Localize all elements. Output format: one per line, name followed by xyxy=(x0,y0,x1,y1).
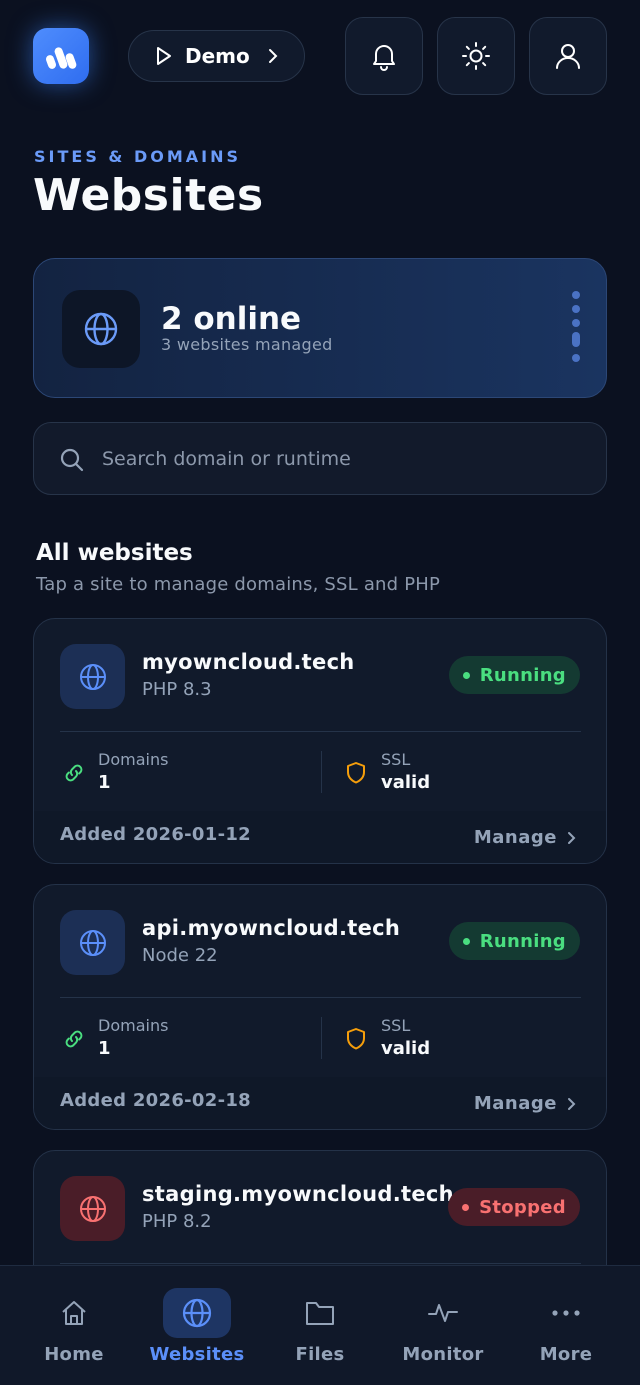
home-icon xyxy=(62,1301,86,1325)
added-date: Added 2026-01-12 xyxy=(60,824,251,845)
section-subtitle: Tap a site to manage domains, SSL and PH… xyxy=(36,574,441,595)
nav-item-websites[interactable]: Websites xyxy=(137,1266,257,1385)
online-count: 2 online xyxy=(161,301,302,337)
nav-icon-wrap xyxy=(409,1288,477,1338)
folder-icon xyxy=(306,1302,334,1325)
manage-label: Manage xyxy=(473,1093,557,1114)
status-badge: Stopped xyxy=(448,1188,580,1226)
globe-icon xyxy=(84,312,118,346)
pager-dots-icon[interactable] xyxy=(571,291,581,366)
nav-icon-wrap xyxy=(286,1288,354,1338)
manage-button[interactable]: Manage xyxy=(474,1093,576,1114)
link-icon xyxy=(65,764,83,782)
summary-card: 2 online 3 websites managed xyxy=(33,258,607,398)
theme-toggle-button[interactable] xyxy=(437,17,515,95)
globe-icon xyxy=(182,1298,212,1328)
divider xyxy=(60,997,581,998)
nav-item-home[interactable]: Home xyxy=(14,1266,134,1385)
chevron-right-icon xyxy=(568,1097,576,1110)
app-logo[interactable] xyxy=(33,28,89,84)
nav-item-more[interactable]: More xyxy=(506,1266,626,1385)
more-icon xyxy=(552,1310,580,1316)
site-name: api.myowncloud.tech xyxy=(142,916,401,940)
chevron-right-icon xyxy=(268,48,278,64)
page-title: Websites xyxy=(33,170,264,221)
websites-screen: Demo SITES & DOMAINS Websites 2 online 3… xyxy=(0,0,640,1385)
domains-count: 1 xyxy=(98,772,111,793)
nav-label: Home xyxy=(44,1344,104,1365)
demo-label: Demo xyxy=(185,44,250,68)
status-dot xyxy=(462,671,470,679)
status-label: Running xyxy=(479,664,566,686)
status-dot xyxy=(462,937,470,945)
globe-icon xyxy=(79,663,106,690)
user-icon xyxy=(556,44,580,69)
manage-button[interactable]: Manage xyxy=(474,827,576,848)
bottom-nav: Home Websites Files Monitor More xyxy=(0,1265,640,1385)
account-button[interactable] xyxy=(529,17,607,95)
globe-icon xyxy=(79,1195,106,1222)
ssl-status: valid xyxy=(381,1038,431,1059)
site-icon xyxy=(60,910,125,975)
notifications-button[interactable] xyxy=(345,17,423,95)
site-runtime: PHP 8.3 xyxy=(142,679,212,700)
section-title: All websites xyxy=(36,540,193,566)
status-label: Running xyxy=(479,930,566,952)
ssl-label: SSL xyxy=(381,750,411,769)
site-card[interactable]: myowncloud.tech PHP 8.3 Running Domains … xyxy=(33,618,607,864)
metric-separator xyxy=(321,1017,322,1059)
domains-label: Domains xyxy=(98,1016,169,1035)
site-runtime: Node 22 xyxy=(142,945,218,966)
divider xyxy=(60,731,581,732)
nav-icon-wrap xyxy=(40,1288,108,1338)
status-dot xyxy=(462,1203,470,1211)
divider xyxy=(60,1263,581,1264)
logo-bars-icon xyxy=(45,47,77,69)
managed-count: 3 websites managed xyxy=(161,335,333,354)
nav-label: Files xyxy=(295,1344,345,1365)
manage-label: Manage xyxy=(473,827,557,848)
bell-icon xyxy=(373,45,395,71)
section-eyebrow: SITES & DOMAINS xyxy=(34,147,241,166)
search-bar[interactable] xyxy=(33,422,607,495)
shield-icon xyxy=(347,762,365,784)
domains-label: Domains xyxy=(98,750,169,769)
status-label: Stopped xyxy=(479,1196,566,1218)
chevron-right-icon xyxy=(568,831,576,844)
search-input[interactable] xyxy=(102,437,582,481)
site-runtime: PHP 8.2 xyxy=(142,1211,212,1232)
site-icon xyxy=(60,1176,125,1241)
nav-icon-wrap xyxy=(532,1288,600,1338)
nav-label: Monitor xyxy=(402,1344,484,1365)
nav-label: More xyxy=(539,1344,593,1365)
nav-label: Websites xyxy=(149,1344,245,1365)
globe-icon xyxy=(79,929,106,956)
site-card[interactable]: api.myowncloud.tech Node 22 Running Doma… xyxy=(33,884,607,1130)
ssl-label: SSL xyxy=(381,1016,411,1035)
metric-separator xyxy=(321,751,322,793)
demo-mode-button[interactable]: Demo xyxy=(128,30,305,82)
sun-icon xyxy=(462,42,490,70)
ssl-status: valid xyxy=(381,772,431,793)
summary-icon-box xyxy=(62,290,140,368)
added-date: Added 2026-02-18 xyxy=(60,1090,251,1111)
nav-item-files[interactable]: Files xyxy=(260,1266,380,1385)
site-icon xyxy=(60,644,125,709)
search-icon xyxy=(60,448,84,472)
shield-icon xyxy=(347,1028,365,1050)
nav-item-monitor[interactable]: Monitor xyxy=(383,1266,503,1385)
status-badge: Running xyxy=(448,656,580,694)
status-badge: Running xyxy=(448,922,580,960)
link-icon xyxy=(65,1030,83,1048)
nav-icon-wrap xyxy=(163,1288,231,1338)
site-name: myowncloud.tech xyxy=(142,650,355,674)
site-name: staging.myowncloud.tech xyxy=(142,1182,454,1206)
play-icon xyxy=(157,47,171,65)
activity-icon xyxy=(428,1304,458,1322)
domains-count: 1 xyxy=(98,1038,111,1059)
